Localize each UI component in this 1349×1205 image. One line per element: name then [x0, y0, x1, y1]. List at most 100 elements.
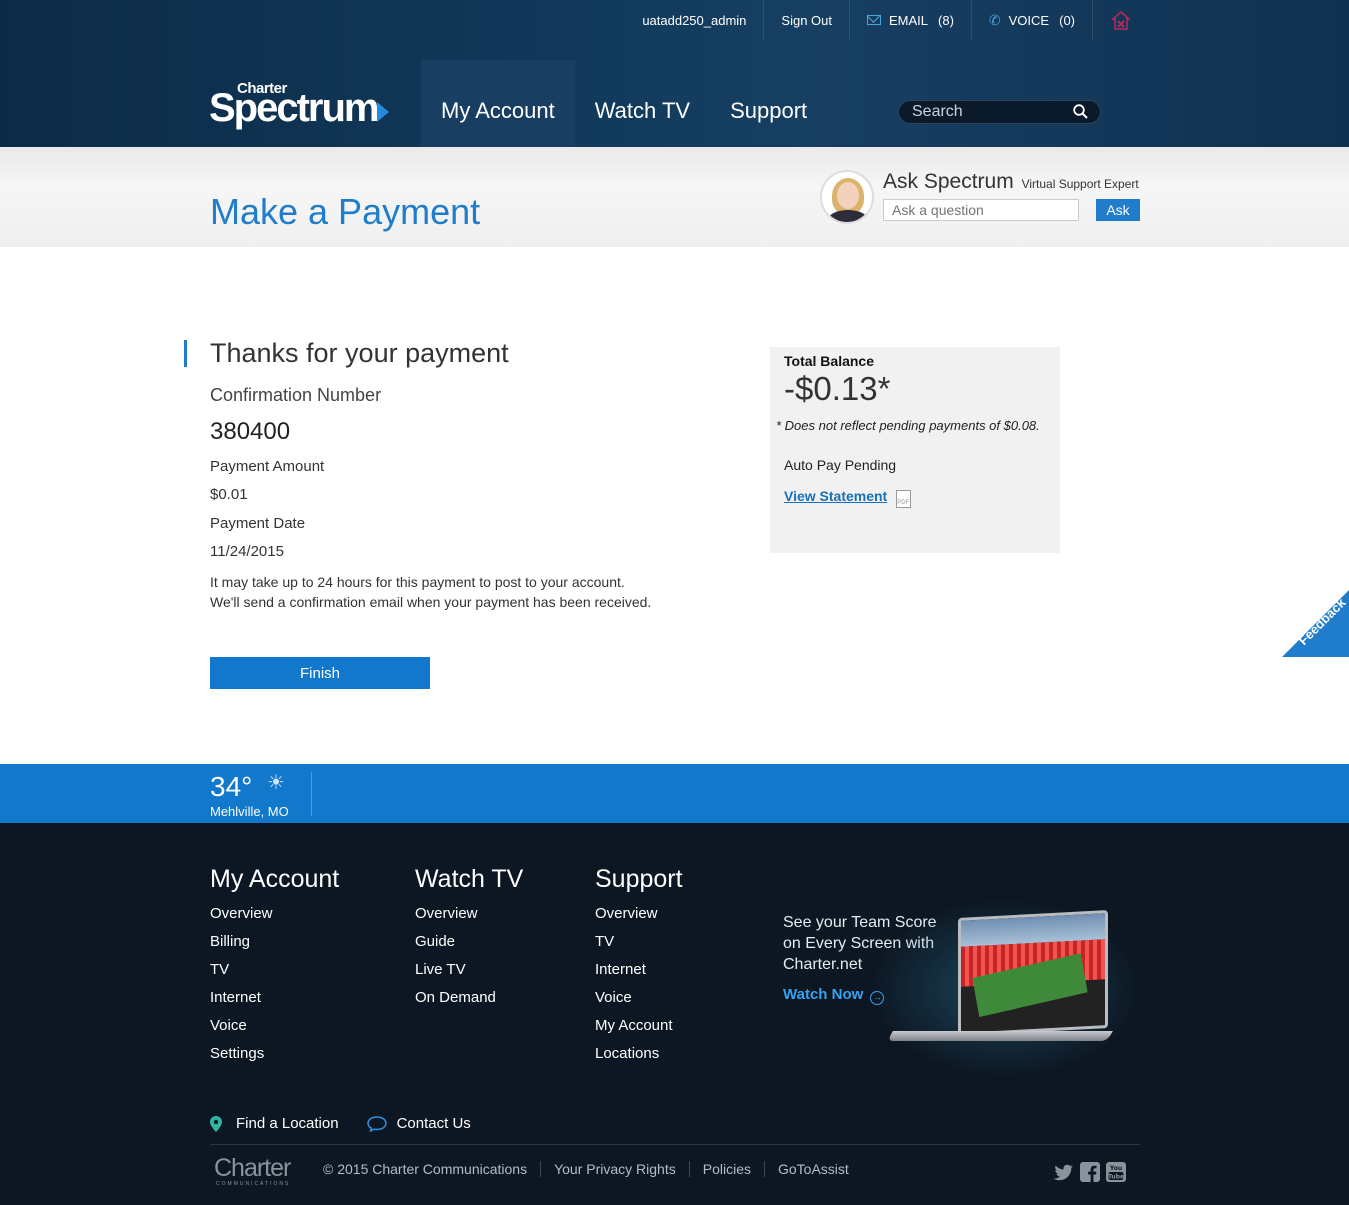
- charter-logo-sub: COMMUNICATIONS: [216, 1181, 291, 1187]
- email-count[interactable]: (8): [938, 13, 954, 28]
- youtube-icon[interactable]: You Tube: [1105, 1161, 1127, 1183]
- section-accent-bar: [184, 340, 187, 367]
- voice-label[interactable]: VOICE: [1009, 13, 1049, 28]
- footer-link[interactable]: Overview: [415, 900, 523, 928]
- footer-link[interactable]: Voice: [210, 1012, 339, 1040]
- home-close-icon[interactable]: [1110, 9, 1132, 31]
- site-footer: My Account Overview Billing TV Internet …: [0, 823, 1349, 1205]
- voice-count[interactable]: (0): [1059, 13, 1075, 28]
- payment-amount: $0.01: [210, 486, 248, 503]
- confirmation-number: 380400: [210, 418, 291, 445]
- confirmation-heading: Thanks for your payment: [210, 338, 509, 368]
- location-pin-icon: [210, 1115, 222, 1132]
- payment-date-label: Payment Date: [210, 515, 306, 532]
- footer-link[interactable]: My Account: [595, 1012, 683, 1040]
- footer-link[interactable]: Live TV: [415, 956, 523, 984]
- footer-col-title[interactable]: My Account: [210, 865, 339, 894]
- ask-question-input[interactable]: [883, 199, 1079, 221]
- voice-link[interactable]: ✆ VOICE (0): [972, 0, 1093, 40]
- home-close-link[interactable]: [1093, 0, 1149, 40]
- footer-link[interactable]: Billing: [210, 928, 339, 956]
- payment-date: 11/24/2015: [210, 543, 284, 560]
- footer-quick-links: Find a Location Contact Us: [210, 1115, 499, 1132]
- search-box: [898, 100, 1101, 124]
- sign-out-link[interactable]: Sign Out: [764, 0, 850, 40]
- gotoassist-link[interactable]: GoToAssist: [765, 1161, 862, 1177]
- posting-note: It may take up to 24 hours for this paym…: [210, 572, 730, 612]
- footer-col-watch-tv: Watch TV Overview Guide Live TV On Deman…: [415, 865, 523, 1012]
- logo-spectrum-text: Spectrum: [209, 86, 379, 130]
- weather-temperature: 34°: [210, 771, 253, 802]
- footer-col-title[interactable]: Support: [595, 865, 683, 894]
- copyright-text: © 2015 Charter Communications: [323, 1161, 542, 1177]
- balance-panel: Total Balance -$0.13* * Does not reflect…: [770, 347, 1060, 553]
- privacy-rights-link[interactable]: Your Privacy Rights: [541, 1161, 690, 1177]
- username-link[interactable]: uatadd250_admin: [625, 0, 765, 40]
- facebook-icon[interactable]: [1079, 1161, 1101, 1183]
- footer-link[interactable]: Internet: [210, 984, 339, 1012]
- footer-link[interactable]: Overview: [595, 900, 683, 928]
- sun-icon: ☀: [267, 772, 285, 794]
- footer-link[interactable]: On Demand: [415, 984, 523, 1012]
- footer-link[interactable]: TV: [210, 956, 339, 984]
- ask-button[interactable]: Ask: [1096, 199, 1140, 221]
- weather-divider: [311, 772, 312, 816]
- svg-text:You: You: [1109, 1165, 1122, 1172]
- ask-spectrum-label: Ask Spectrum: [883, 170, 1014, 193]
- social-links: You Tube: [1053, 1161, 1127, 1183]
- contact-us-link[interactable]: Contact Us: [366, 1115, 471, 1132]
- nav-support[interactable]: Support: [710, 60, 827, 147]
- payment-confirmation: Thanks for your payment Confirmation Num…: [210, 338, 730, 612]
- page-title: Make a Payment: [210, 191, 481, 232]
- email-label[interactable]: EMAIL: [889, 13, 928, 28]
- total-balance-amount: -$0.13*: [784, 370, 891, 407]
- footer-link[interactable]: TV: [595, 928, 683, 956]
- posting-note-line-1: It may take up to 24 hours for this paym…: [210, 574, 625, 590]
- chat-icon: [366, 1115, 387, 1132]
- footer-link[interactable]: Locations: [595, 1040, 683, 1068]
- legal-links: © 2015 Charter Communications Your Priva…: [323, 1161, 862, 1177]
- auto-pay-status: Auto Pay Pending: [784, 457, 897, 473]
- ask-spectrum-title: Ask Spectrum Virtual Support Expert: [883, 170, 1139, 194]
- nav-my-account[interactable]: My Account: [421, 60, 575, 147]
- ask-spectrum-subtitle: Virtual Support Expert: [1021, 177, 1139, 191]
- avatar: [820, 170, 874, 224]
- view-statement-link[interactable]: View Statement: [784, 488, 887, 504]
- watch-now-label[interactable]: Watch Now: [783, 986, 863, 1003]
- username[interactable]: uatadd250_admin: [642, 13, 746, 28]
- footer-link[interactable]: Voice: [595, 984, 683, 1012]
- posting-note-line-2: We'll send a confirmation email when you…: [210, 594, 652, 610]
- footer-link[interactable]: Internet: [595, 956, 683, 984]
- find-location-link[interactable]: Find a Location: [210, 1115, 339, 1132]
- finish-button[interactable]: Finish: [210, 657, 430, 689]
- phone-icon: ✆: [988, 11, 1001, 28]
- site-header: uatadd250_admin Sign Out EMAIL (8) ✆ VOI…: [0, 0, 1349, 147]
- twitter-icon[interactable]: [1053, 1161, 1075, 1183]
- title-band: Make a Payment Ask Spectrum Virtual Supp…: [0, 147, 1349, 247]
- footer-link[interactable]: Settings: [210, 1040, 339, 1068]
- policies-link[interactable]: Policies: [690, 1161, 765, 1177]
- laptop-promo-image[interactable]: [870, 898, 1140, 1078]
- charter-logo-text: Charter: [214, 1154, 291, 1182]
- footer-col-title[interactable]: Watch TV: [415, 865, 523, 894]
- nav-watch-tv[interactable]: Watch TV: [575, 60, 710, 147]
- footer-link[interactable]: Overview: [210, 900, 339, 928]
- find-location-label[interactable]: Find a Location: [236, 1115, 339, 1132]
- utility-bar: uatadd250_admin Sign Out EMAIL (8) ✆ VOI…: [625, 0, 1149, 40]
- ask-spectrum-widget: Ask Spectrum Virtual Support Expert Ask: [820, 170, 1140, 224]
- feedback-tab[interactable]: Feedback: [1282, 590, 1349, 657]
- weather-location: Mehlville, MO: [210, 804, 289, 819]
- charter-logo[interactable]: Charter COMMUNICATIONS: [214, 1154, 291, 1187]
- main-nav: My Account Watch TV Support: [421, 60, 827, 147]
- email-link[interactable]: EMAIL (8): [850, 0, 972, 40]
- footer-link[interactable]: Guide: [415, 928, 523, 956]
- contact-us-label[interactable]: Contact Us: [397, 1115, 471, 1132]
- search-icon[interactable]: [1073, 104, 1088, 119]
- email-icon: [867, 15, 881, 25]
- payment-amount-label: Payment Amount: [210, 458, 325, 475]
- sign-out-label[interactable]: Sign Out: [781, 13, 832, 28]
- svg-text:Tube: Tube: [1108, 1174, 1124, 1181]
- pdf-icon[interactable]: PDF: [895, 490, 911, 508]
- weather-strip: 34° ☀ Mehlville, MO: [0, 764, 1349, 823]
- search-input[interactable]: [912, 103, 1062, 121]
